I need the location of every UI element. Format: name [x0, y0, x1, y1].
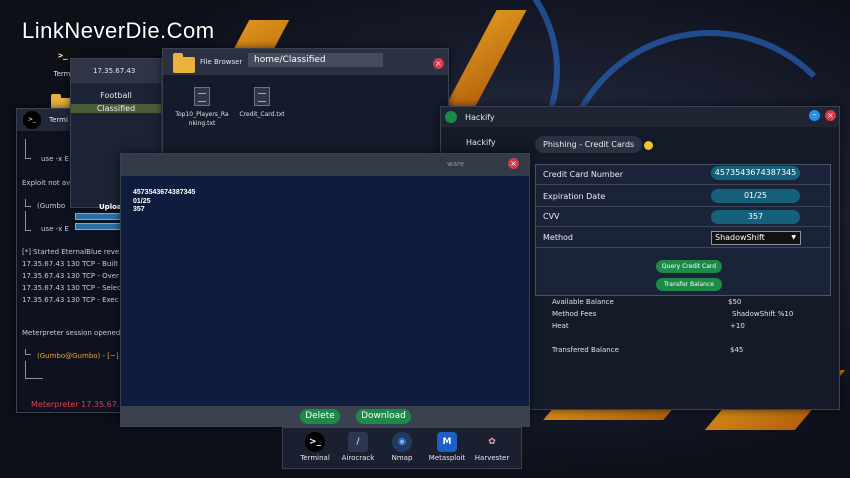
viewer-line: 01/25 — [133, 198, 151, 205]
tree-branch — [25, 361, 43, 379]
file-name: Top10_Players_Ra — [175, 111, 229, 118]
taskbar-item-harvester[interactable]: ✿ Harvester — [469, 432, 515, 462]
tree-branch — [25, 139, 31, 159]
taskbar: >_ Terminal / Airocrack ◉ Nmap M Metaspl… — [282, 427, 522, 469]
folder-item-football[interactable]: Football — [71, 91, 161, 100]
taskbar-label: Metasploit — [428, 454, 466, 462]
close-button[interactable]: × — [825, 110, 836, 121]
terminal-line: use -x E — [41, 225, 69, 233]
taskbar-label: Nmap — [391, 454, 413, 462]
heat-value: +10 — [730, 322, 745, 330]
file-item[interactable]: Credit_Card.txt — [231, 87, 293, 119]
transfered-balance-label: Transfered Balance — [552, 346, 619, 354]
sidebar-item-hackify[interactable]: Hackify — [466, 138, 496, 147]
terminal-title: Termi — [49, 116, 68, 124]
terminal-prompt: (Gumbo@Gumbo) - [~] — [37, 352, 119, 360]
method-fees-value: ShadowShift %10 — [732, 310, 794, 318]
hackify-titlebar[interactable]: Hackify — [441, 107, 839, 127]
taskbar-label: Harvester — [474, 454, 510, 462]
divider — [536, 206, 830, 207]
query-credit-card-button[interactable]: Query Credit Card — [656, 260, 722, 273]
terminal-line: Exploit not ava — [22, 179, 75, 187]
expiration-label: Expiration Date — [543, 192, 606, 201]
taskbar-label: Airocrack — [341, 454, 375, 462]
cvv-label: CVV — [543, 212, 560, 221]
terminal-line: Meterpreter session opened ( — [22, 329, 126, 337]
file-name: nking.txt — [188, 120, 216, 127]
card-number-label: Credit Card Number — [543, 170, 623, 179]
file-name: Credit_Card.txt — [239, 111, 285, 118]
tab-phishing-credit-cards[interactable]: Phishing - Credit Cards — [535, 136, 643, 153]
terminal-line: 17.35.67.43 130 TCP - Exec — [22, 296, 119, 304]
document-icon — [194, 87, 210, 106]
terminal-icon: >_ — [23, 111, 41, 129]
available-balance-value: $50 — [728, 298, 742, 306]
terminal-line: 17.35.67.43 130 TCP - Selec — [22, 284, 121, 292]
terminal-icon: >_ — [305, 432, 325, 452]
hackify-logo-icon — [445, 111, 457, 123]
chevron-down-icon: ▼ — [791, 234, 796, 241]
taskbar-item-terminal[interactable]: >_ Terminal — [292, 432, 338, 462]
viewer-title: ware — [447, 160, 465, 168]
status-dot — [644, 141, 653, 150]
hackify-title: Hackify — [465, 113, 495, 122]
host-ip: 17.35.67.43 — [93, 67, 136, 75]
close-button[interactable]: × — [433, 58, 444, 69]
tree-branch — [25, 211, 31, 231]
terminal-line: use -x E — [41, 155, 69, 163]
tree-branch — [25, 199, 31, 207]
minimize-button[interactable]: – — [809, 110, 820, 121]
cvv-field[interactable]: 357 — [711, 210, 800, 224]
download-button[interactable]: Download — [356, 409, 411, 424]
available-balance-label: Available Balance — [552, 298, 614, 306]
terminal-line: 17.35.67.43 130 TCP - Built — [22, 260, 118, 268]
divider — [536, 247, 830, 248]
method-label: Method — [543, 233, 574, 242]
method-select[interactable]: ShadowShift ▼ — [711, 231, 801, 245]
meterpreter-prompt[interactable]: Meterpreter 17.35.67. — [31, 400, 119, 409]
close-button[interactable]: × — [508, 158, 519, 169]
watermark-logo: LinkNeverDie.Com — [22, 18, 215, 43]
card-number-field[interactable]: 4573543674387345 — [711, 166, 800, 180]
method-value: ShadowShift — [715, 233, 765, 242]
folder-icon — [173, 53, 195, 73]
taskbar-item-nmap[interactable]: ◉ Nmap — [379, 432, 425, 462]
expiration-field[interactable]: 01/25 — [711, 189, 800, 203]
transfer-balance-button[interactable]: Transfer Balance — [656, 278, 722, 291]
document-icon — [254, 87, 270, 106]
metasploit-shield-icon: M — [437, 432, 457, 452]
taskbar-label: Terminal — [300, 454, 330, 462]
taskbar-item-metasploit[interactable]: M Metasploit — [424, 432, 470, 462]
transfered-balance-value: $45 — [730, 346, 744, 354]
path-field[interactable]: home/Classified — [248, 53, 383, 67]
upload-label: Uploa — [99, 203, 122, 211]
viewer-titlebar[interactable]: ware — [121, 154, 529, 176]
folder-item-classified[interactable]: Classified — [71, 104, 161, 113]
terminal-line: 17.35.67.43 130 TCP - Over — [22, 272, 119, 280]
host-titlebar[interactable]: 17.35.67.43 — [71, 59, 161, 83]
taskbar-item-airocrack[interactable]: / Airocrack — [335, 432, 381, 462]
tree-branch — [25, 349, 31, 355]
terminal-line: (Gumbo — [37, 202, 66, 210]
file-item[interactable]: Top10_Players_Ra nking.txt — [171, 87, 233, 128]
heat-label: Heat — [552, 322, 569, 330]
file-browser-title: File Browser — [200, 58, 243, 66]
terminal-line: [*] Started EternalBlue revers — [22, 248, 126, 256]
divider — [536, 226, 830, 227]
method-fees-label: Method Fees — [552, 310, 597, 318]
viewer-line: 357 — [133, 206, 145, 213]
eye-icon: ◉ — [392, 432, 412, 452]
viewer-line: 4573543674387345 — [133, 189, 196, 196]
airocrack-icon: / — [348, 432, 368, 452]
divider — [536, 184, 830, 185]
delete-button[interactable]: Delete — [300, 409, 340, 424]
harvester-icon: ✿ — [488, 437, 496, 447]
